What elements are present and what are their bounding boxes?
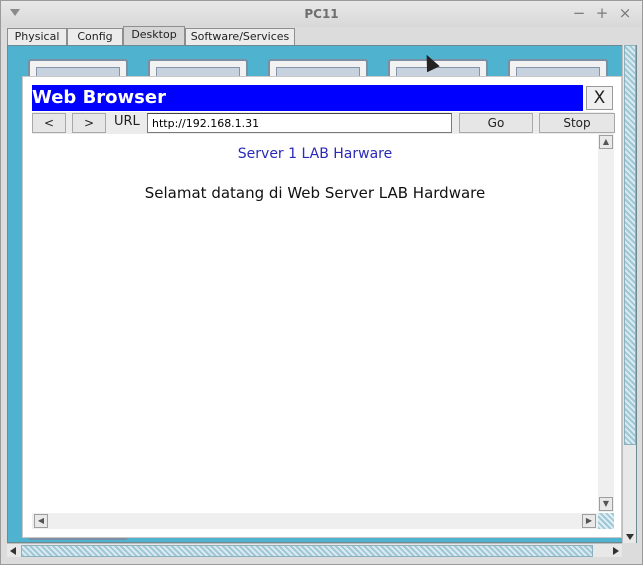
page-horizontal-scrollbar[interactable]: ◀ ▶ bbox=[32, 513, 598, 529]
outer-horizontal-scrollbar[interactable] bbox=[7, 543, 622, 557]
scroll-left-icon[interactable] bbox=[10, 547, 16, 555]
url-input[interactable]: http://192.168.1.31 bbox=[147, 113, 452, 133]
web-browser-window: Web Browser X < > URL http://192.168.1.3… bbox=[22, 76, 622, 538]
tab-desktop[interactable]: Desktop bbox=[123, 26, 185, 46]
browser-title: Web Browser bbox=[32, 85, 583, 111]
tab-software-services[interactable]: Software/Services bbox=[185, 28, 295, 46]
page-heading: Server 1 LAB Harware bbox=[237, 146, 393, 162]
scrollbar-corner bbox=[598, 513, 614, 529]
scroll-down-icon[interactable] bbox=[626, 534, 634, 540]
browser-close-button[interactable]: X bbox=[586, 86, 613, 110]
close-icon[interactable]: × bbox=[617, 5, 633, 21]
maximize-icon[interactable]: + bbox=[594, 5, 610, 21]
scroll-right-icon[interactable] bbox=[613, 547, 619, 555]
outer-vertical-scroll-thumb[interactable] bbox=[624, 45, 636, 445]
scroll-up-icon[interactable]: ▲ bbox=[599, 135, 613, 149]
back-button[interactable]: < bbox=[32, 113, 66, 133]
stop-button[interactable]: Stop bbox=[539, 113, 615, 133]
page-vertical-scrollbar[interactable]: ▲ ▼ bbox=[598, 134, 614, 512]
outer-vertical-scrollbar[interactable] bbox=[622, 45, 636, 543]
pc11-window: PC11 − + × Physical Config Desktop Softw… bbox=[0, 0, 643, 565]
tab-config[interactable]: Config bbox=[67, 28, 123, 46]
window-title: PC11 bbox=[304, 7, 339, 21]
window-titlebar: PC11 − + × bbox=[1, 1, 642, 27]
tab-physical[interactable]: Physical bbox=[7, 28, 67, 46]
outer-horizontal-scroll-thumb[interactable] bbox=[21, 545, 593, 557]
go-button[interactable]: Go bbox=[459, 113, 533, 133]
forward-button[interactable]: > bbox=[72, 113, 106, 133]
minimize-icon[interactable]: − bbox=[571, 5, 587, 21]
scroll-right-icon[interactable]: ▶ bbox=[582, 514, 596, 528]
browser-toolbar: < > URL http://192.168.1.31 Go Stop bbox=[32, 112, 615, 134]
scroll-down-icon[interactable]: ▼ bbox=[599, 497, 613, 511]
browser-page-content: Server 1 LAB Harware Selamat datang di W… bbox=[32, 134, 598, 512]
page-body-text: Selamat datang di Web Server LAB Hardwar… bbox=[144, 184, 486, 202]
url-label: URL bbox=[114, 114, 140, 129]
scroll-left-icon[interactable]: ◀ bbox=[34, 514, 48, 528]
